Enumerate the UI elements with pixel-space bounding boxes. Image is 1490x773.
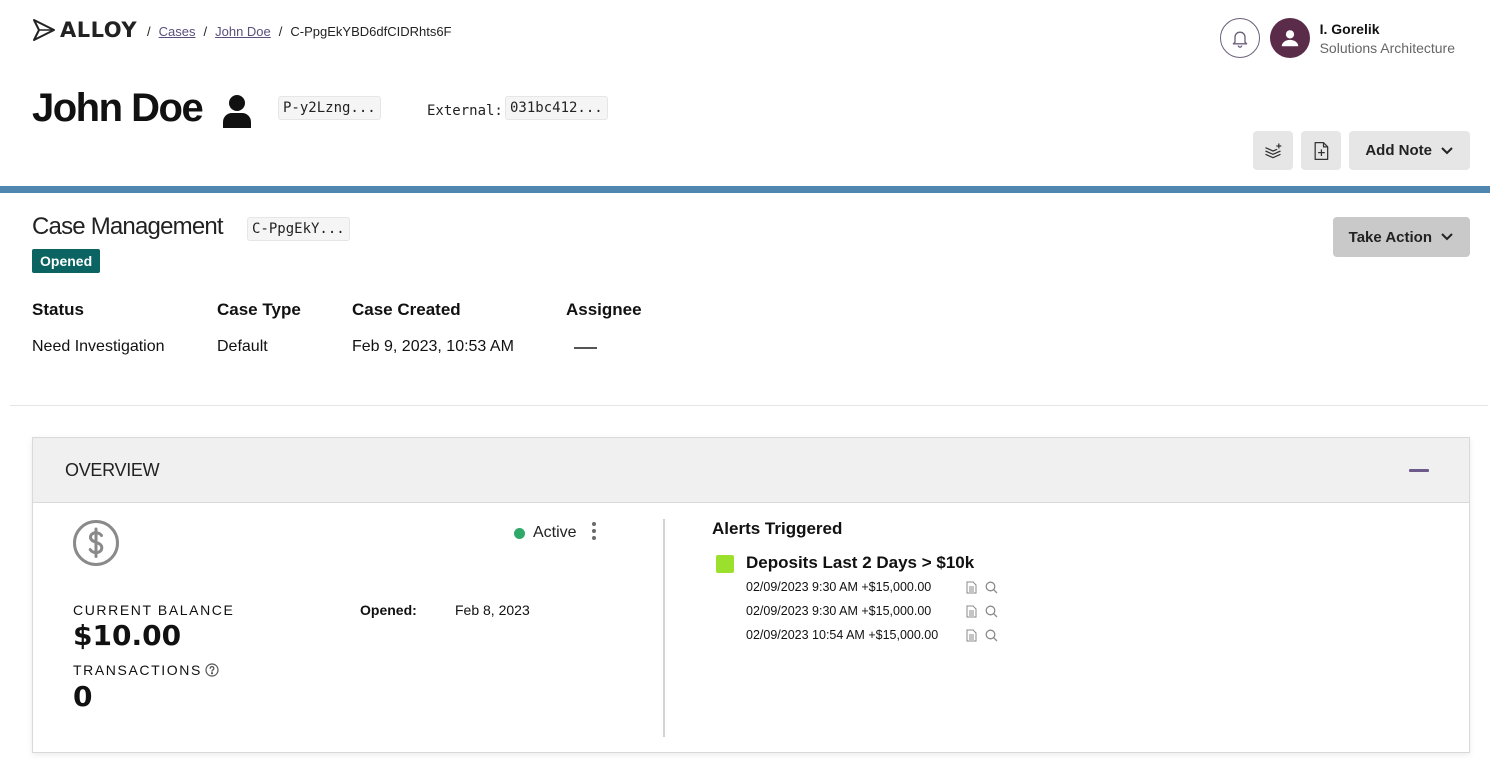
add-note-label: Add Note bbox=[1365, 142, 1432, 159]
bell-icon bbox=[1232, 31, 1247, 48]
breadcrumb-person-link[interactable]: John Doe bbox=[215, 24, 271, 39]
take-action-button[interactable]: Take Action bbox=[1332, 217, 1470, 257]
status-label: Status bbox=[32, 300, 84, 319]
entity-id-chip[interactable]: P-y2Lzng... bbox=[278, 96, 381, 120]
document-icon[interactable] bbox=[966, 629, 977, 642]
status-dot bbox=[514, 527, 525, 539]
search-icon[interactable] bbox=[985, 629, 998, 642]
document-icon[interactable] bbox=[966, 581, 977, 594]
opened-date-label: Opened: bbox=[360, 602, 417, 618]
case-type-field: Case Type Default bbox=[217, 300, 301, 356]
alert-row: 02/09/2023 9:30 AM +$15,000.00 bbox=[746, 575, 1006, 599]
dollar-circle-icon bbox=[73, 520, 119, 566]
current-balance-label: CURRENT BALANCE bbox=[73, 602, 235, 618]
avatar[interactable] bbox=[1269, 18, 1310, 58]
panel-divider bbox=[663, 519, 665, 737]
transactions-label: TRANSACTIONS bbox=[73, 662, 202, 678]
breadcrumb: / Cases / John Doe / C-PpgEkYBD6dfCIDRht… bbox=[147, 24, 452, 39]
case-management-title: Case Management bbox=[32, 213, 224, 240]
alerts-title: Alerts Triggered bbox=[712, 519, 843, 538]
account-status: Active bbox=[514, 524, 577, 542]
user-area: I. Gorelik Solutions Architecture bbox=[1219, 18, 1455, 58]
section-divider bbox=[0, 186, 1490, 193]
case-type-label: Case Type bbox=[217, 300, 301, 319]
breadcrumb-separator: / bbox=[147, 24, 151, 39]
alert-row-text: 02/09/2023 10:54 AM +$15,000.00 bbox=[746, 628, 939, 642]
status-badge: Opened bbox=[32, 249, 101, 273]
overview-title: OVERVIEW bbox=[65, 460, 160, 480]
alert-list: 02/09/2023 9:30 AM +$15,000.00 02/09/202… bbox=[746, 575, 1006, 647]
add-note-button[interactable]: Add Note bbox=[1349, 131, 1470, 170]
user-name: I. Gorelik bbox=[1319, 20, 1380, 37]
case-created-field: Case Created Feb 9, 2023, 10:53 AM bbox=[352, 300, 514, 356]
search-icon[interactable] bbox=[985, 605, 998, 618]
case-type-value: Default bbox=[217, 338, 268, 355]
assignee-label: Assignee bbox=[566, 300, 642, 319]
user-icon bbox=[1281, 30, 1298, 47]
entity-title-row: John Doe bbox=[32, 86, 252, 131]
add-document-button[interactable] bbox=[1301, 131, 1342, 170]
divider bbox=[10, 405, 1488, 406]
user-role: Solutions Architecture bbox=[1319, 39, 1455, 56]
document-icon[interactable] bbox=[966, 605, 977, 618]
transactions-label-row: TRANSACTIONS bbox=[73, 662, 219, 678]
search-icon[interactable] bbox=[985, 581, 998, 594]
account-status-text: Active bbox=[533, 524, 577, 541]
status-value: Need Investigation bbox=[32, 338, 165, 355]
case-created-label: Case Created bbox=[352, 300, 461, 319]
alert-row-text: 02/09/2023 9:30 AM +$15,000.00 bbox=[746, 604, 932, 618]
opened-date-value: Feb 8, 2023 bbox=[455, 602, 530, 618]
assignee-empty-dash[interactable] bbox=[574, 347, 597, 349]
breadcrumb-separator: / bbox=[203, 24, 208, 39]
external-label: External: bbox=[427, 103, 503, 119]
alert-severity-square bbox=[716, 555, 734, 573]
file-plus-icon bbox=[1314, 141, 1329, 160]
external-id-chip[interactable]: 031bc412... bbox=[505, 96, 608, 120]
alloy-logo[interactable]: ALLOY bbox=[32, 18, 137, 42]
alert-row: 02/09/2023 10:54 AM +$15,000.00 bbox=[746, 623, 1006, 647]
alert-row: 02/09/2023 9:30 AM +$15,000.00 bbox=[746, 599, 1006, 623]
alert-rule-name: Deposits Last 2 Days > $10k bbox=[746, 553, 975, 572]
breadcrumb-separator: / bbox=[278, 24, 283, 39]
notifications-button[interactable] bbox=[1219, 18, 1260, 58]
add-layer-button[interactable] bbox=[1253, 131, 1294, 170]
current-balance-value: $10.00 bbox=[73, 619, 182, 652]
assignee-field: Assignee bbox=[566, 300, 642, 354]
logo-text: ALLOY bbox=[60, 18, 138, 42]
more-options-icon[interactable] bbox=[592, 522, 598, 543]
help-icon[interactable] bbox=[205, 663, 219, 677]
entity-toolbar: Add Note bbox=[1253, 131, 1470, 170]
chevron-down-icon bbox=[1441, 233, 1453, 241]
layers-plus-icon bbox=[1265, 143, 1282, 158]
case-created-value: Feb 9, 2023, 10:53 AM bbox=[352, 338, 514, 355]
page-title: John Doe bbox=[32, 86, 204, 130]
overview-header[interactable]: OVERVIEW bbox=[32, 437, 1470, 503]
transactions-value: 0 bbox=[73, 680, 93, 713]
status-field: Status Need Investigation bbox=[32, 300, 165, 356]
breadcrumb-current: C-PpgEkYBD6dfCIDRhts6F bbox=[290, 24, 452, 39]
take-action-label: Take Action bbox=[1348, 228, 1432, 246]
person-icon bbox=[223, 94, 252, 128]
alert-row-text: 02/09/2023 9:30 AM +$15,000.00 bbox=[746, 580, 932, 594]
chevron-down-icon bbox=[1441, 146, 1453, 154]
case-id-chip[interactable]: C-PpgEkY... bbox=[247, 217, 350, 241]
user-info[interactable]: I. Gorelik Solutions Architecture bbox=[1320, 21, 1455, 56]
collapse-icon[interactable] bbox=[1409, 469, 1429, 472]
alloy-logo-icon bbox=[33, 19, 55, 41]
breadcrumb-cases-link[interactable]: Cases bbox=[159, 24, 196, 39]
